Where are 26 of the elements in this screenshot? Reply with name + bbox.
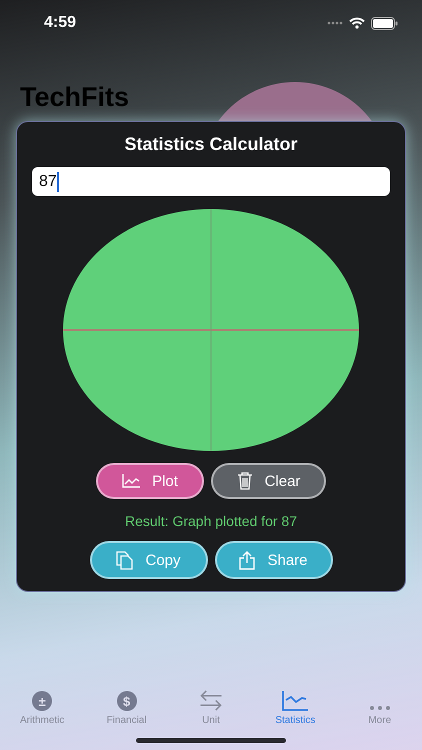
share-button[interactable]: Share — [214, 541, 332, 579]
clear-button[interactable]: Clear — [211, 463, 326, 499]
app-title: TechFits — [20, 82, 130, 113]
chart-icon — [282, 691, 308, 711]
wifi-icon — [349, 17, 365, 29]
result-text: Result: Graph plotted for 87 — [125, 513, 297, 529]
status-time: 4:59 — [44, 14, 76, 32]
tab-item[interactable]: ± Arithmetic — [2, 690, 82, 726]
input-field[interactable]: 87 — [32, 167, 390, 196]
share-icon — [239, 550, 256, 570]
plus-minus-icon: ± — [32, 691, 52, 711]
card-title: Statistics Calculator — [124, 134, 298, 155]
trash-icon — [236, 472, 253, 490]
tab-item[interactable]: More — [340, 690, 420, 726]
copy-button[interactable]: Copy — [90, 541, 208, 579]
dollar-icon: $ — [116, 691, 137, 711]
arrows-icon — [198, 690, 223, 711]
tab-item[interactable]: Unit — [170, 690, 251, 726]
chart-icon — [122, 474, 140, 488]
tab-item[interactable]: $ Financial — [86, 690, 167, 726]
battery-icon — [371, 16, 398, 30]
tab-item[interactable]: Statistics — [255, 690, 336, 726]
copy-icon — [116, 550, 134, 570]
more-icon — [368, 705, 391, 711]
signal-icon — [327, 21, 343, 25]
plot-button[interactable]: Plot — [96, 463, 204, 499]
